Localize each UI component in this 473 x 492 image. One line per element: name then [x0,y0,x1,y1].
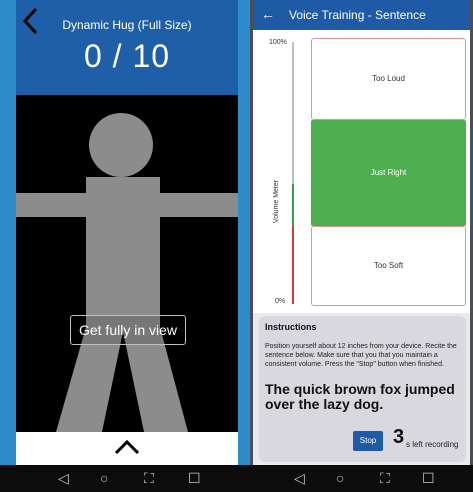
nav-back-icon[interactable]: ◁ [294,470,305,486]
expand-bar[interactable] [16,432,238,465]
volume-meter-panel: 100% 0% Volume Meter Too Loud Just Right… [253,30,470,313]
back-arrow-icon[interactable]: ← [261,6,275,22]
voice-header: ← Voice Training - Sentence [253,0,470,30]
nav-back-icon[interactable]: ◁ [58,470,69,486]
nav-recents-icon[interactable]: ☐ [422,470,435,486]
android-nav-bar: ◁ ○ ⛶ ☐ [0,465,250,492]
instructions-title: Instructions [265,322,317,332]
android-nav-bar-right: ◁ ○ ⛶ ☐ [250,465,473,492]
meter-green-segment [292,184,294,226]
exercise-header: Dynamic Hug (Full Size) 0 / 10 [16,0,238,95]
voice-title: Voice Training - Sentence [289,8,426,22]
volume-meter-label: Volume Meter [273,179,281,224]
nav-home-icon[interactable]: ○ [336,470,344,486]
positioning-hint: Get fully in view [70,315,186,345]
chevron-up-icon[interactable] [114,438,140,456]
rep-counter: 0 / 10 [83,38,171,74]
voice-training-screen: ← Voice Training - Sentence 100% 0% Volu… [253,0,470,465]
nav-recents-icon[interactable]: ☐ [188,470,201,486]
zone-just-right: Just Right [311,120,466,226]
exercise-screen: Dynamic Hug (Full Size) 0 / 10 Get fully… [16,0,238,465]
zone-too-soft: Too Soft [311,226,466,306]
seconds-remaining-label: s left recording [406,440,459,449]
instructions-text: Position yourself about 12 inches from y… [265,343,457,368]
meter-bottom-label: 0% [275,298,286,305]
left-phone: Dynamic Hug (Full Size) 0 / 10 Get fully… [0,0,250,492]
nav-screenshot-icon[interactable]: ⛶ [144,470,154,486]
seconds-remaining: 3 [393,426,405,448]
instructions-card: Instructions Position yourself about 12 … [259,316,466,462]
meter-top-label: 100% [269,39,287,46]
practice-sentence: The quick brown fox jumped over the lazy… [265,381,455,412]
nav-home-icon[interactable]: ○ [100,470,108,486]
meter-red-segment [292,226,294,304]
stop-button[interactable]: Stop [353,431,383,451]
camera-view: Get fully in view [16,95,238,432]
right-phone: ← Voice Training - Sentence 100% 0% Volu… [250,0,473,492]
nav-screenshot-icon[interactable]: ⛶ [380,470,390,486]
exercise-title: Dynamic Hug (Full Size) [62,18,192,32]
zone-too-loud: Too Loud [311,38,466,120]
body-outline-icon [16,113,238,432]
